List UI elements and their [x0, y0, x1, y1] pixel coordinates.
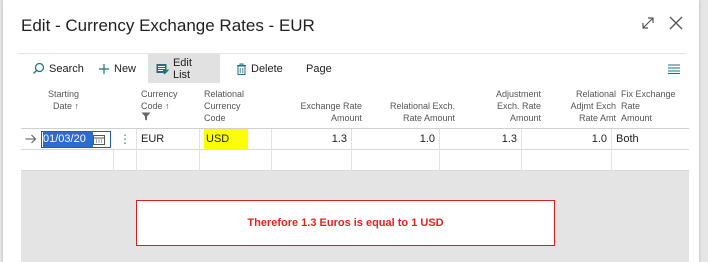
exchange-rate-amount-cell[interactable]: 1.3	[271, 129, 351, 150]
empty-cell	[199, 150, 271, 171]
fix-exchange-rate-amount-cell[interactable]: Both	[611, 129, 689, 150]
empty-cell	[611, 150, 689, 171]
empty-cell	[136, 150, 199, 171]
grid-header: Starting Date ↑ Currency Code ↑ Relation…	[21, 83, 689, 129]
col-header-currency-code[interactable]: Currency Code ↑	[141, 88, 201, 124]
edit-list-label: Edit List	[172, 56, 192, 81]
table-row[interactable]: 01/03/20 ⋮ EUR USD 1.3 1.0 1.3 1.0 Both	[21, 129, 689, 150]
annotation-note-box: Therefore 1.3 Euros is equal to 1 USD	[136, 200, 555, 246]
relational-currency-code-value: USD	[204, 129, 248, 150]
empty-cell	[271, 150, 351, 171]
col-header-fix-exchange-rate-amount[interactable]: Fix Exchange Rate Amount	[621, 88, 687, 124]
delete-label: Delete	[251, 62, 283, 75]
close-icon[interactable]	[667, 14, 685, 32]
new-label: New	[114, 62, 137, 75]
starting-date-value: 01/03/20	[43, 132, 93, 147]
action-toolbar: Search New Edit List Delete Page	[18, 53, 686, 83]
empty-cell	[351, 150, 439, 171]
filter-icon	[141, 112, 151, 121]
search-icon	[33, 62, 45, 74]
page-menu-button[interactable]: Page	[306, 54, 332, 83]
adjustment-exch-rate-amount-cell[interactable]: 1.3	[439, 129, 521, 150]
col-header-relational-adjmt-exch-rate-amt[interactable]: Relational Adjmt Exch Rate Amt	[536, 88, 616, 124]
list-options-button[interactable]	[668, 54, 684, 83]
empty-cell	[439, 150, 521, 171]
calendar-icon[interactable]	[93, 134, 105, 145]
col-header-adjustment-exch-rate-amount[interactable]: Adjustment Exch. Rate Amount	[451, 88, 541, 124]
col-header-relational-exch-rate-amount[interactable]: Relational Exch. Rate Amount	[357, 100, 455, 124]
empty-cell	[113, 150, 136, 171]
annotation-note-text: Therefore 1.3 Euros is equal to 1 USD	[247, 217, 444, 229]
row-actions-button[interactable]: ⋮	[114, 130, 136, 149]
relational-exch-rate-amount-cell[interactable]: 1.0	[351, 129, 439, 150]
col-header-relational-currency-code[interactable]: Relational Currency Code	[204, 88, 284, 124]
new-button[interactable]: New	[98, 54, 136, 83]
relational-adjmt-exch-rate-amt-cell[interactable]: 1.0	[521, 129, 611, 150]
dialog-title: Edit - Currency Exchange Rates - EUR	[21, 16, 315, 35]
col-header-starting-date[interactable]: Starting Date ↑	[39, 88, 79, 112]
delete-button[interactable]: Delete	[236, 54, 283, 83]
row-indicator-arrow-icon	[25, 134, 37, 144]
plus-icon	[99, 63, 109, 74]
edit-list-icon	[156, 63, 169, 74]
col-header-exchange-rate-amount[interactable]: Exchange Rate Amount	[274, 100, 362, 124]
currency-code-cell[interactable]: EUR	[136, 129, 199, 150]
expand-icon[interactable]	[639, 14, 657, 32]
edit-list-button[interactable]: Edit List	[148, 54, 220, 83]
empty-table-row[interactable]	[21, 150, 689, 171]
empty-cell	[521, 150, 611, 171]
page-label: Page	[306, 62, 332, 75]
search-button[interactable]: Search	[32, 54, 84, 83]
edit-dialog: Edit - Currency Exchange Rates - EUR Sea…	[3, 0, 699, 262]
search-label: Search	[49, 62, 84, 75]
list-menu-icon	[668, 64, 680, 74]
relational-currency-code-cell[interactable]: USD	[199, 129, 271, 150]
trash-icon	[237, 63, 246, 75]
